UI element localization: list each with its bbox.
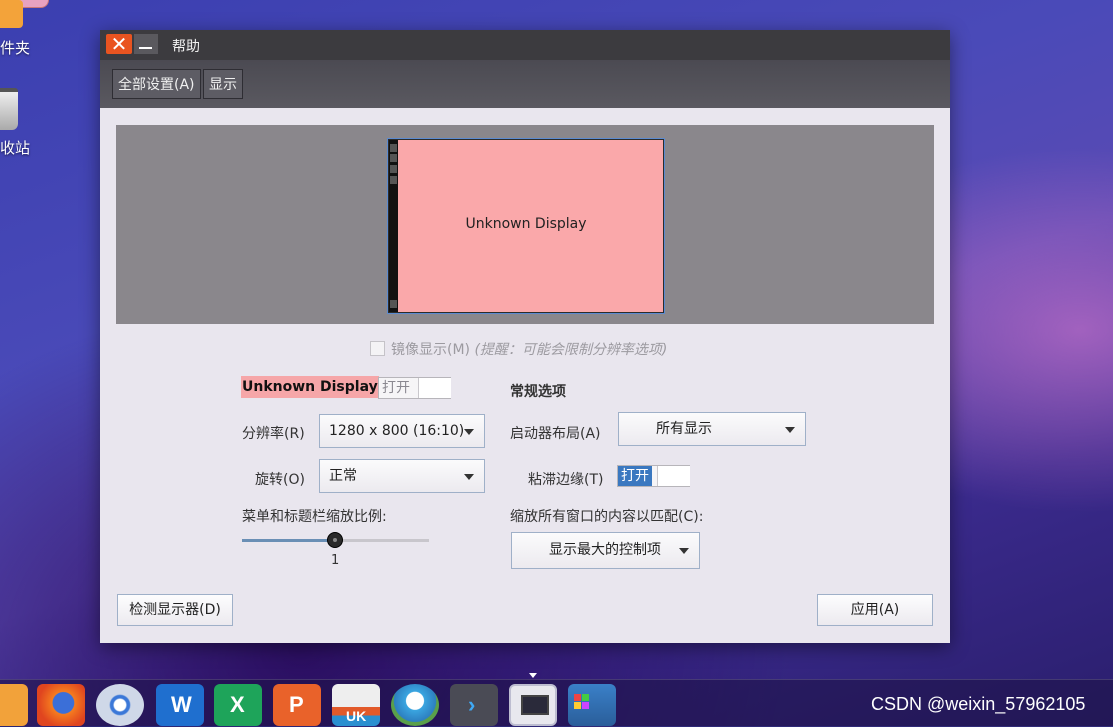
scale-value: 1 <box>331 553 340 568</box>
scale-windows-label: 缩放所有窗口的内容以匹配(C): <box>510 509 704 525</box>
breadcrumb-display[interactable]: 显示 <box>203 69 243 99</box>
display-toggle-label: 打开 <box>382 380 410 396</box>
files-icon[interactable] <box>0 684 28 726</box>
scale-slider-fill <box>242 539 336 542</box>
resolution-label: 分辨率(R) <box>242 426 305 442</box>
scale-windows-select[interactable]: 显示最大的控制项 <box>511 532 700 569</box>
mirror-checkbox[interactable] <box>370 341 385 356</box>
kylin-assistant-icon[interactable] <box>391 684 439 726</box>
launcher-placement-value: 所有显示 <box>656 421 712 437</box>
trash-desktop-label: 收站 <box>0 139 31 157</box>
workspaces-icon[interactable] <box>568 684 616 726</box>
mirror-label: 镜像显示(M) <box>391 342 471 358</box>
laptop-icon <box>521 695 549 715</box>
sticky-edges-label: 粘滞边缘(T) <box>528 472 604 488</box>
chevron-down-icon <box>464 474 474 480</box>
scale-windows-value: 显示最大的控制项 <box>549 542 661 558</box>
scale-label: 菜单和标题栏缩放比例: <box>242 509 387 525</box>
chromium-icon[interactable] <box>96 684 144 726</box>
firefox-icon[interactable] <box>37 684 85 726</box>
selected-display-name: Unknown Display <box>241 376 379 398</box>
mirror-displays-option: 镜像显示(M) (提醒：可能会限制分辨率选项) <box>370 339 667 359</box>
monitor-label: Unknown Display <box>465 216 587 232</box>
ubuntu-kylin-software-icon[interactable]: UK <box>332 684 380 726</box>
trash-icon <box>0 88 18 130</box>
scale-slider-handle[interactable] <box>327 532 343 548</box>
monitor-preview[interactable]: Unknown Display <box>388 139 664 313</box>
close-button[interactable]: ✕ <box>106 34 132 54</box>
csdn-watermark: CSDN @weixin_57962105 <box>871 694 1086 714</box>
toolbar: 全部设置(A) 显示 <box>100 60 950 108</box>
rotation-select[interactable]: 正常 <box>319 459 485 493</box>
launcher-placement-select[interactable]: 所有显示 <box>618 412 806 446</box>
display-power-toggle[interactable]: 打开 <box>378 377 451 399</box>
resolution-value: 1280 x 800 (16:10) <box>329 423 465 439</box>
wps-presentation-icon[interactable]: P <box>273 684 321 726</box>
sticky-toggle-label: 打开 <box>618 466 652 486</box>
minimize-button[interactable] <box>134 34 158 54</box>
terminal-icon[interactable]: › <box>450 684 498 726</box>
display-settings-window: ✕ 帮助 全部设置(A) 显示 Unknown Display 镜像显示(M) … <box>100 30 950 643</box>
toggle-knob <box>657 466 690 486</box>
window-title: 帮助 <box>172 39 200 55</box>
mirror-hint: (提醒：可能会限制分辨率选项) <box>474 342 668 358</box>
wps-writer-icon[interactable]: W <box>156 684 204 726</box>
apply-button[interactable]: 应用(A) <box>817 594 933 626</box>
wps-spreadsheets-icon[interactable]: X <box>214 684 262 726</box>
chevron-down-icon <box>464 429 474 435</box>
chevron-down-icon <box>679 548 689 554</box>
display-settings-icon[interactable] <box>509 684 557 726</box>
rotation-value: 正常 <box>329 468 357 484</box>
display-arrangement-area: Unknown Display <box>116 125 934 324</box>
detect-displays-button[interactable]: 检测显示器(D) <box>117 594 233 626</box>
folder-icon <box>0 0 23 28</box>
resolution-select[interactable]: 1280 x 800 (16:10) <box>319 414 485 448</box>
title-bar: ✕ 帮助 <box>100 30 950 60</box>
general-options-title: 常规选项 <box>510 384 566 400</box>
launcher-placement-label: 启动器布局(A) <box>510 426 601 442</box>
active-app-indicator <box>529 673 537 678</box>
breadcrumb-all-settings[interactable]: 全部设置(A) <box>112 69 201 99</box>
toggle-knob <box>418 378 451 398</box>
sticky-edges-toggle[interactable]: 打开 <box>617 465 690 487</box>
rotation-label: 旋转(O) <box>255 472 305 488</box>
chevron-down-icon <box>785 427 795 433</box>
folder-desktop-label: 件夹 <box>0 39 31 57</box>
close-icon: ✕ <box>110 32 128 56</box>
